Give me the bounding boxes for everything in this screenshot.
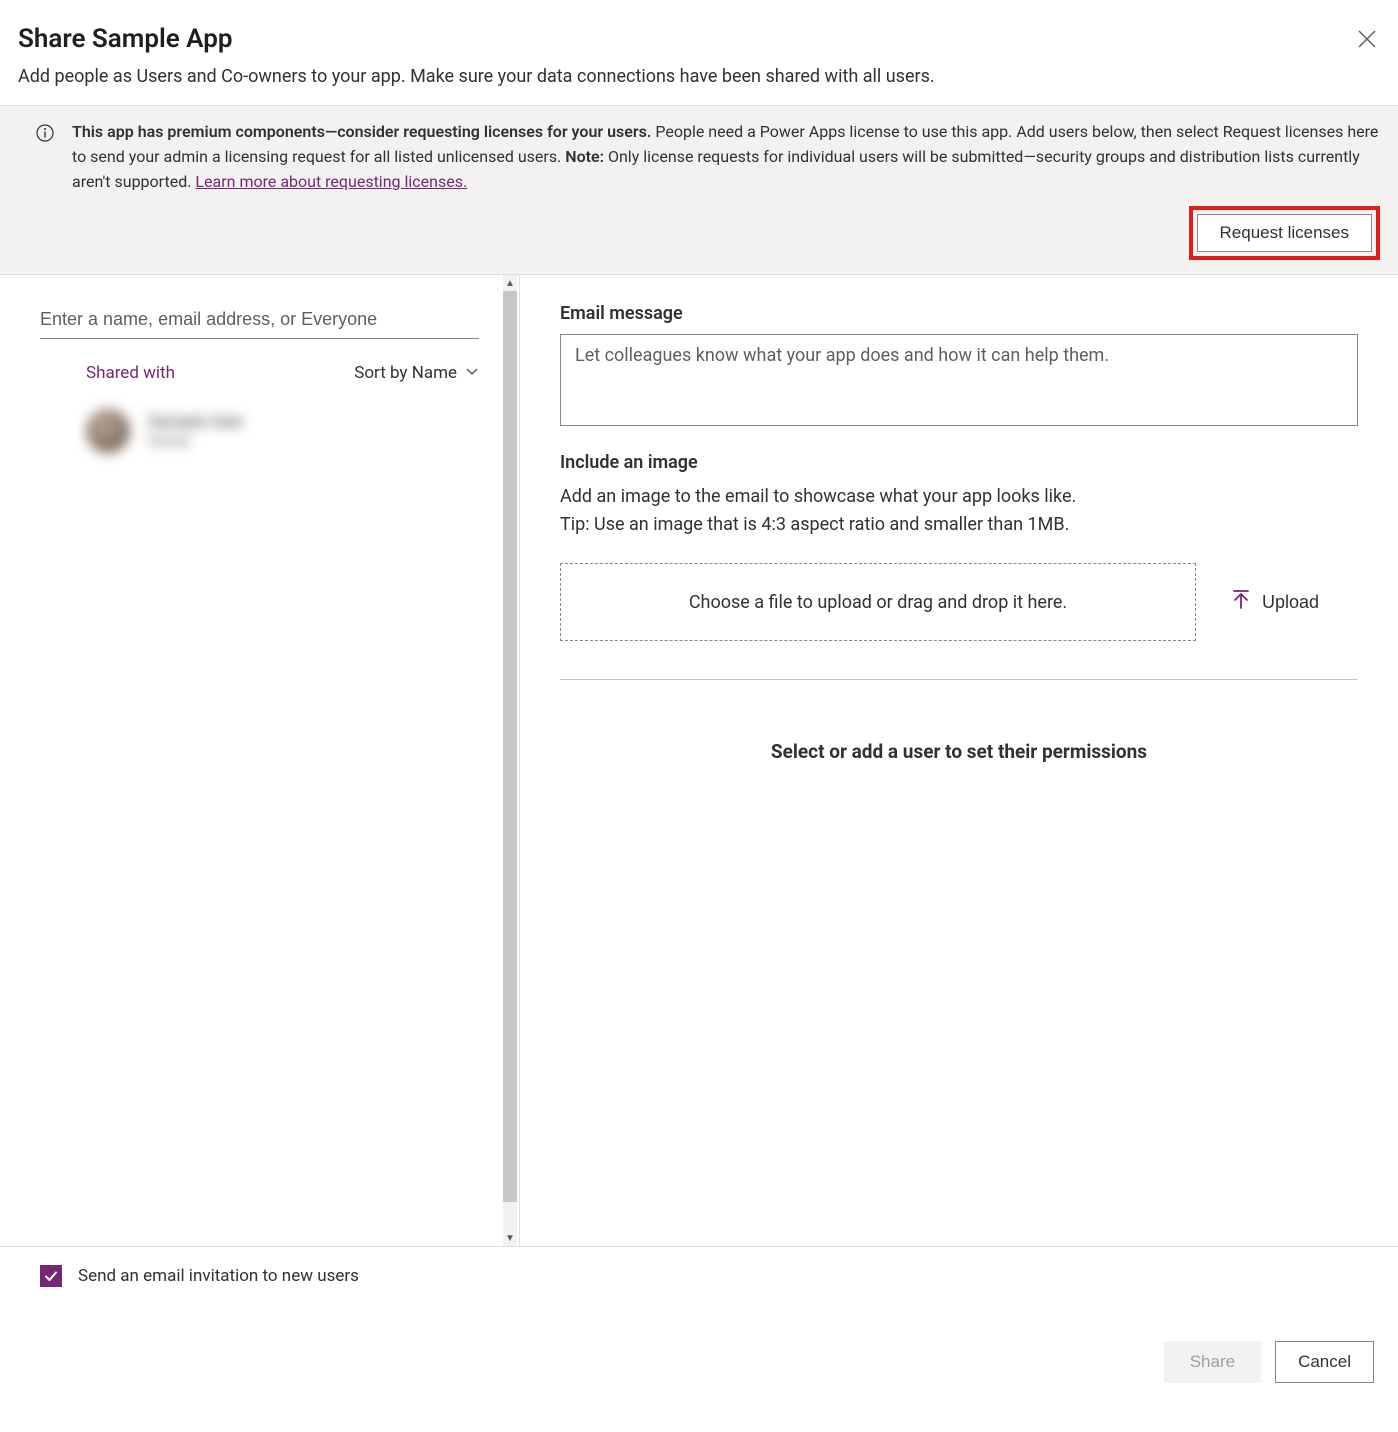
banner-learn-more-link[interactable]: Learn more about requesting licenses. xyxy=(195,172,467,191)
scroll-down-icon[interactable]: ▼ xyxy=(503,1230,517,1246)
close-icon xyxy=(1358,30,1376,48)
email-message-input[interactable] xyxy=(560,334,1358,426)
email-invite-checkbox[interactable] xyxy=(40,1265,62,1287)
user-role: Owner xyxy=(148,432,244,450)
shared-with-label: Shared with xyxy=(86,363,175,383)
banner-note-label: Note: xyxy=(565,147,604,166)
include-image-label: Include an image xyxy=(560,452,1358,473)
upload-button[interactable]: Upload xyxy=(1232,590,1319,615)
info-icon xyxy=(36,124,54,142)
image-desc-line-2: Tip: Use an image that is 4:3 aspect rat… xyxy=(560,511,1358,539)
permissions-prompt: Select or add a user to set their permis… xyxy=(560,740,1358,763)
avatar xyxy=(86,409,130,453)
cancel-button[interactable]: Cancel xyxy=(1275,1341,1374,1383)
image-desc-line-1: Add an image to the email to showcase wh… xyxy=(560,483,1358,511)
chevron-down-icon xyxy=(465,366,479,380)
sort-by-button[interactable]: Sort by Name xyxy=(354,363,479,383)
include-image-desc: Add an image to the email to showcase wh… xyxy=(560,483,1358,539)
shared-user-row[interactable]: Sample User Owner xyxy=(0,391,519,463)
email-message-label: Email message xyxy=(560,303,1358,324)
dialog-subtitle: Add people as Users and Co-owners to you… xyxy=(0,66,1398,105)
scroll-up-icon[interactable]: ▲ xyxy=(503,275,517,291)
close-button[interactable] xyxy=(1354,26,1380,52)
sort-by-label: Sort by Name xyxy=(354,363,457,383)
scroll-thumb[interactable] xyxy=(503,291,517,1202)
dialog-title: Share Sample App xyxy=(18,24,232,54)
banner-bold: This app has premium components—consider… xyxy=(72,122,651,141)
request-licenses-button[interactable]: Request licenses xyxy=(1197,214,1372,252)
license-banner: This app has premium components—consider… xyxy=(0,105,1398,275)
share-button[interactable]: Share xyxy=(1164,1341,1261,1383)
scrollbar[interactable]: ▲ ▼ xyxy=(503,275,517,1246)
file-dropzone[interactable]: Choose a file to upload or drag and drop… xyxy=(560,563,1196,641)
right-panel: Email message Include an image Add an im… xyxy=(520,275,1398,1246)
email-invite-label: Send an email invitation to new users xyxy=(78,1266,359,1286)
upload-label: Upload xyxy=(1262,592,1319,613)
people-input[interactable] xyxy=(40,301,479,339)
left-panel: Shared with Sort by Name Sample User Own… xyxy=(0,275,520,1246)
user-name: Sample User xyxy=(148,412,244,432)
dropzone-text: Choose a file to upload or drag and drop… xyxy=(689,592,1067,613)
upload-icon xyxy=(1232,590,1250,615)
divider xyxy=(560,679,1358,680)
banner-text: This app has premium components—consider… xyxy=(72,120,1380,194)
request-licenses-highlight: Request licenses xyxy=(1189,206,1380,260)
